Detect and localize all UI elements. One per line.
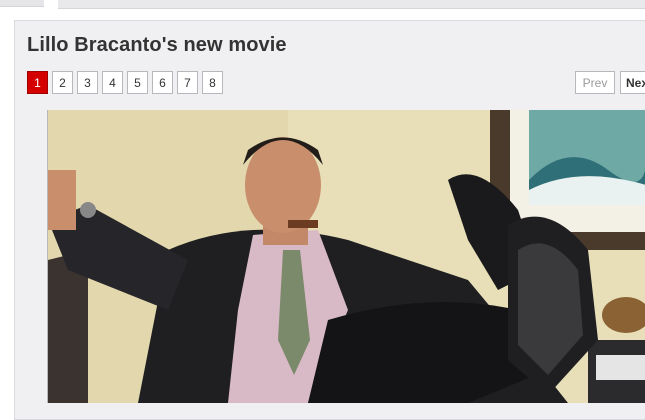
page-button-6[interactable]: 6 [152, 71, 173, 94]
top-bar-right [58, 0, 645, 9]
page-button-7[interactable]: 7 [177, 71, 198, 94]
top-strip [0, 0, 645, 10]
page-title: Lillo Bracanto's new movie [27, 34, 287, 56]
page-button-5[interactable]: 5 [127, 71, 148, 94]
photo-illustration [48, 110, 645, 403]
prev-button[interactable]: Prev [575, 71, 615, 94]
page-button-3[interactable]: 3 [77, 71, 98, 94]
pagination: 1 2 3 4 5 6 7 8 [27, 71, 223, 94]
page-button-2[interactable]: 2 [52, 71, 73, 94]
next-button[interactable]: Nex [620, 71, 645, 94]
page-button-8[interactable]: 8 [202, 71, 223, 94]
page-button-4[interactable]: 4 [102, 71, 123, 94]
movie-photo[interactable] [47, 110, 645, 403]
top-bar-left [0, 0, 44, 7]
page-button-1[interactable]: 1 [27, 71, 48, 94]
